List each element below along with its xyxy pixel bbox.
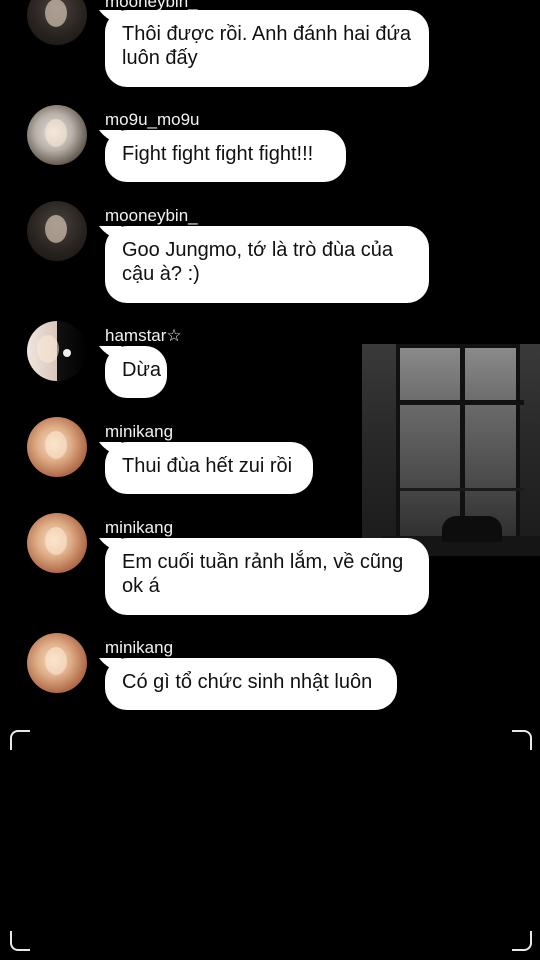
frame-corner-top-left (10, 730, 30, 750)
background-window-photo (362, 344, 540, 556)
frame-corner-top-right (512, 730, 532, 750)
message-text: Fight fight fight fight!!! (122, 143, 314, 165)
message-bubble[interactable]: Goo Jungmo, tớ là trò đùa của cậu à? :) (105, 226, 429, 303)
username[interactable]: hamstar☆ (105, 326, 182, 346)
frame-corner-bottom-left (10, 931, 30, 951)
username[interactable]: minikang (105, 638, 173, 658)
avatar-mo9u[interactable] (27, 105, 87, 165)
username[interactable]: mooneybin_ (105, 206, 198, 226)
avatar-minikang[interactable] (27, 513, 87, 573)
message-bubble[interactable]: Thui đùa hết zui rồi (105, 442, 313, 494)
avatar-mooneybin[interactable] (27, 201, 87, 261)
username[interactable]: minikang (105, 422, 173, 442)
message-text: Thui đùa hết zui rồi (122, 455, 293, 477)
message-bubble[interactable]: Dừa (105, 346, 167, 398)
message-text: Goo Jungmo, tớ là trò đùa của cậu à? :) (122, 239, 394, 285)
message-text: Dừa (122, 359, 161, 381)
message-bubble[interactable]: Fight fight fight fight!!! (105, 130, 346, 182)
message-text: Thôi được rồi. Anh đánh hai đứa luôn đấy (122, 23, 411, 69)
message-bubble[interactable]: Em cuối tuần rảnh lắm, về cũng ok á (105, 538, 429, 615)
avatar-mooneybin[interactable] (27, 0, 87, 45)
window-frame (396, 344, 524, 548)
frame-corner-bottom-right (512, 931, 532, 951)
message-text: Có gì tổ chức sinh nhật luôn (122, 671, 373, 693)
message-text: Em cuối tuần rảnh lắm, về cũng ok á (122, 551, 404, 597)
username[interactable]: minikang (105, 518, 173, 538)
message-bubble[interactable]: Có gì tổ chức sinh nhật luôn (105, 658, 397, 710)
avatar-minikang[interactable] (27, 417, 87, 477)
avatar-minikang[interactable] (27, 633, 87, 693)
username[interactable]: mo9u_mo9u (105, 110, 200, 130)
avatar-hamstar[interactable] (27, 321, 87, 381)
message-bubble[interactable]: Thôi được rồi. Anh đánh hai đứa luôn đấy (105, 10, 429, 87)
